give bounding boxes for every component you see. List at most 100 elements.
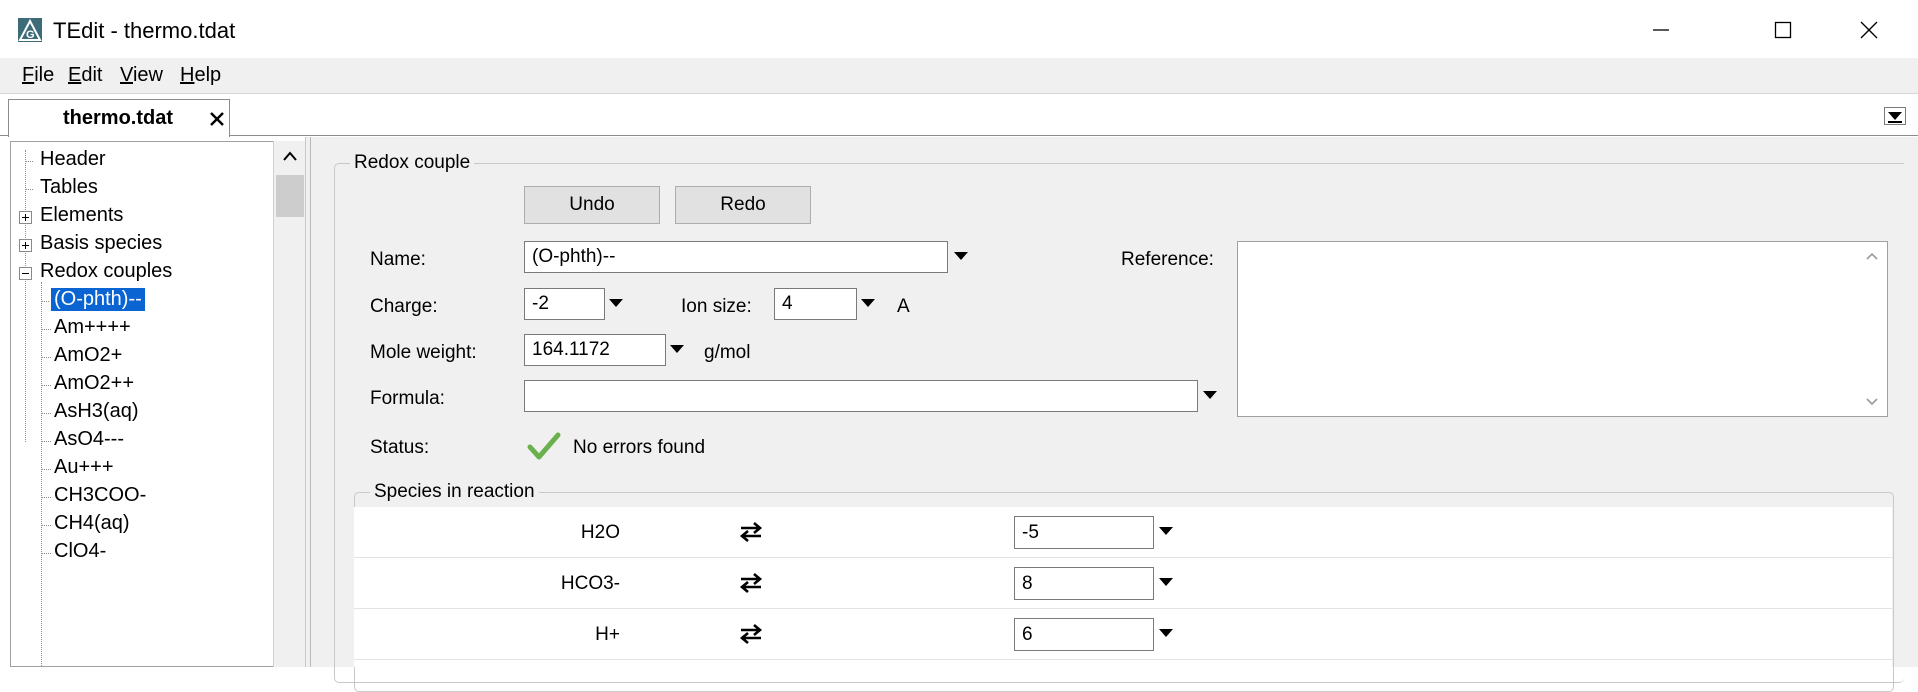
swap-icon[interactable] <box>738 570 764 594</box>
tab-close-icon[interactable] <box>207 109 227 129</box>
swap-icon[interactable] <box>738 621 764 645</box>
tree-scrollbar[interactable] <box>273 141 305 667</box>
tab-thermo-tdat[interactable]: thermo.tdat <box>8 99 230 137</box>
formula-label: Formula: <box>370 388 445 409</box>
species-row: H+ 6 <box>354 609 1892 660</box>
scroll-thumb[interactable] <box>276 175 304 217</box>
name-label: Name: <box>370 249 426 270</box>
tree-connector <box>41 525 51 526</box>
species-name: H2O <box>580 522 620 543</box>
swap-icon[interactable] <box>738 519 764 543</box>
name-dropdown-icon[interactable] <box>954 252 968 260</box>
tree-connector <box>41 413 51 414</box>
expand-icon[interactable] <box>19 211 32 224</box>
tree-connector <box>41 553 51 554</box>
tree-connector <box>25 161 33 162</box>
chevron-down-icon <box>1888 112 1902 123</box>
tree-connector <box>41 301 51 302</box>
species-table: H2O -5 HCO3- 8 H+ 6 <box>354 507 1892 667</box>
ion-size-label: Ion size: <box>681 296 752 317</box>
tree-item-redox-child[interactable]: CH4(aq) <box>54 512 130 535</box>
close-button[interactable] <box>1838 8 1900 52</box>
chevron-up-icon[interactable] <box>1865 251 1879 261</box>
coefficient-dropdown-icon[interactable] <box>1159 629 1173 637</box>
mole-weight-dropdown-icon[interactable] <box>670 345 684 353</box>
tree-item-redox-child[interactable]: AsO4--- <box>54 428 124 451</box>
maximize-button[interactable] <box>1752 8 1814 52</box>
tree-connector <box>25 150 26 442</box>
tree-item-redox-couples[interactable]: Redox couples <box>40 260 172 283</box>
svg-text:G: G <box>26 29 35 41</box>
species-legend: Species in reaction <box>370 481 539 503</box>
formula-dropdown-icon[interactable] <box>1203 391 1217 399</box>
ion-size-dropdown-icon[interactable] <box>861 299 875 307</box>
redox-couple-legend: Redox couple <box>350 152 475 174</box>
coefficient-dropdown-icon[interactable] <box>1159 527 1173 535</box>
tree-connector <box>41 329 51 330</box>
menu-file[interactable]: File <box>22 64 54 87</box>
coefficient-dropdown-icon[interactable] <box>1159 578 1173 586</box>
tree-connector <box>41 282 42 666</box>
ion-size-field[interactable]: 4 <box>774 288 857 320</box>
redo-button[interactable]: Redo <box>675 186 811 224</box>
tree-connector <box>41 357 51 358</box>
tree-item-redox-child[interactable]: Am++++ <box>54 316 131 339</box>
status-text: No errors found <box>573 437 706 458</box>
chevron-down-icon[interactable] <box>1865 397 1879 407</box>
tree-connector <box>41 469 51 470</box>
tab-strip: thermo.tdat <box>0 94 1918 137</box>
tree-connector <box>41 441 51 442</box>
title-bar: G TEdit - thermo.tdat <box>0 0 1918 58</box>
species-name: HCO3- <box>560 573 620 594</box>
maximize-icon <box>1774 21 1792 39</box>
species-row: HCO3- 8 <box>354 558 1892 609</box>
tree-item-redox-child[interactable]: ClO4- <box>54 540 106 563</box>
tab-label: thermo.tdat <box>63 107 173 129</box>
collapse-icon[interactable] <box>19 267 32 280</box>
mole-weight-field[interactable]: 164.1172 <box>524 334 666 366</box>
coefficient-field[interactable]: 6 <box>1014 618 1154 651</box>
menu-edit[interactable]: Edit <box>68 64 102 87</box>
mole-weight-label: Mole weight: <box>370 342 477 363</box>
tree-view: Header Tables Elements Basis species Red… <box>10 141 305 667</box>
expand-icon[interactable] <box>19 239 32 252</box>
tree-item-redox-child[interactable]: AmO2++ <box>54 372 134 395</box>
status-label: Status: <box>370 437 430 458</box>
menu-help[interactable]: Help <box>180 64 221 87</box>
tree-item-redox-child[interactable]: CH3COO- <box>54 484 146 507</box>
tree-connector <box>41 497 51 498</box>
minimize-button[interactable] <box>1630 8 1692 52</box>
charge-field[interactable]: -2 <box>524 288 605 320</box>
ion-size-unit: A <box>897 296 910 317</box>
coefficient-field[interactable]: -5 <box>1014 516 1154 549</box>
tree-item-header[interactable]: Header <box>40 148 106 171</box>
tree-item-redox-child[interactable]: (O-phth)-- <box>50 287 146 312</box>
reference-label: Reference: <box>1121 249 1214 270</box>
tree-connector <box>25 189 33 190</box>
close-icon <box>1860 21 1878 39</box>
check-icon <box>527 432 561 460</box>
window-title: TEdit - thermo.tdat <box>53 18 236 43</box>
charge-label: Charge: <box>370 296 438 317</box>
tree-item-redox-child[interactable]: AmO2+ <box>54 344 122 367</box>
minimize-icon <box>1653 29 1669 31</box>
mole-weight-unit: g/mol <box>704 342 751 363</box>
tree-item-redox-child[interactable]: AsH3(aq) <box>54 400 138 423</box>
species-name: H+ <box>595 624 620 645</box>
tree-connector <box>41 385 51 386</box>
species-row: H2O -5 <box>354 507 1892 558</box>
menu-view[interactable]: View <box>120 64 163 87</box>
tab-list-dropdown[interactable] <box>1884 107 1906 125</box>
undo-button[interactable]: Undo <box>524 186 660 224</box>
reference-textarea[interactable] <box>1237 241 1888 417</box>
chevron-up-icon[interactable] <box>282 150 298 162</box>
tree-item-tables[interactable]: Tables <box>40 176 98 199</box>
name-field[interactable]: (O-phth)-- <box>524 241 948 273</box>
charge-dropdown-icon[interactable] <box>609 299 623 307</box>
formula-field[interactable] <box>524 380 1198 412</box>
tree-item-elements[interactable]: Elements <box>40 204 123 227</box>
tree-item-basis-species[interactable]: Basis species <box>40 232 162 255</box>
menu-bar: File Edit View Help <box>0 58 1918 94</box>
tree-item-redox-child[interactable]: Au+++ <box>54 456 114 479</box>
coefficient-field[interactable]: 8 <box>1014 567 1154 600</box>
